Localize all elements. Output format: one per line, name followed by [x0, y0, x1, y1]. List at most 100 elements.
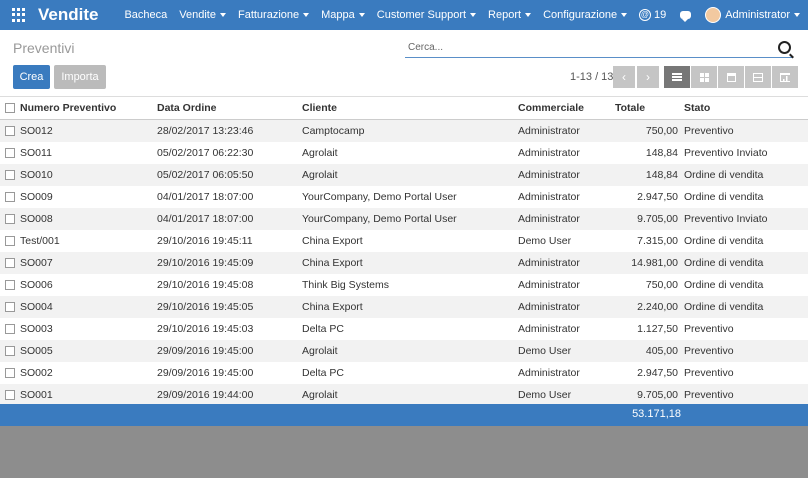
- column-header-salesperson[interactable]: Commerciale: [518, 97, 615, 120]
- cell-customer: China Export: [302, 301, 363, 313]
- row-checkbox[interactable]: [5, 390, 15, 400]
- navbar-right: @ 19 Administrator: [638, 0, 800, 30]
- row-checkbox[interactable]: [5, 324, 15, 334]
- cell-number: SO008: [20, 213, 53, 225]
- cell-salesperson: Administrator: [518, 125, 580, 137]
- cell-number: SO006: [20, 279, 53, 291]
- caret-down-icon: [303, 13, 310, 18]
- row-checkbox[interactable]: [5, 368, 15, 378]
- table-row[interactable]: SO009 04/01/2017 18:07:00 YourCompany, Dem…: [0, 186, 808, 208]
- cell-customer: YourCompany, Demo Portal User: [302, 213, 457, 225]
- row-select-cell: [0, 318, 20, 340]
- menu-fatturazione[interactable]: Fatturazione: [238, 9, 310, 21]
- pager-previous-button[interactable]: ‹: [613, 66, 635, 88]
- cell-customer: China Export: [302, 257, 363, 269]
- cell-number: SO002: [20, 367, 53, 379]
- kanban-icon: [699, 72, 709, 82]
- cell-total: 2.240,00: [637, 301, 678, 313]
- main-menu: Bacheca Vendite Fatturazione Mappa Custo…: [124, 9, 639, 21]
- table-row[interactable]: SO005 29/09/2016 19:45:00 Agrolait Demo Use…: [0, 340, 808, 362]
- bar-chart-icon: [780, 72, 790, 82]
- graph-view-button[interactable]: [772, 66, 798, 88]
- chevron-right-icon: ›: [646, 70, 650, 84]
- cell-total: 9.705,00: [637, 213, 678, 225]
- menu-customer-support[interactable]: Customer Support: [377, 9, 477, 21]
- table-row[interactable]: SO012 28/02/2017 13:23:46 Camptocamp Admini…: [0, 119, 808, 143]
- cell-salesperson: Administrator: [518, 257, 580, 269]
- user-menu[interactable]: Administrator: [705, 7, 800, 23]
- cell-status: Ordine di vendita: [684, 257, 764, 269]
- column-header-status[interactable]: Stato: [684, 97, 808, 120]
- menu-report[interactable]: Report: [488, 9, 532, 21]
- row-select-cell: [0, 120, 20, 143]
- cell-status: Preventivo: [684, 389, 734, 401]
- calendar-view-button[interactable]: [718, 66, 744, 88]
- cell-customer: Think Big Systems: [302, 279, 389, 291]
- row-checkbox[interactable]: [5, 258, 15, 268]
- cell-customer: China Export: [302, 235, 363, 247]
- row-checkbox[interactable]: [5, 126, 15, 136]
- row-checkbox[interactable]: [5, 214, 15, 224]
- menu-mappa[interactable]: Mappa: [321, 9, 365, 21]
- cell-total: 14.981,00: [631, 257, 678, 269]
- cell-customer: Delta PC: [302, 323, 345, 335]
- kanban-view-button[interactable]: [691, 66, 717, 88]
- mentions-button[interactable]: @ 19: [638, 9, 667, 21]
- table-row[interactable]: SO003 29/10/2016 19:45:03 Delta PC Administ…: [0, 318, 808, 340]
- column-header-number[interactable]: Numero Preventivo: [20, 97, 157, 120]
- row-checkbox[interactable]: [5, 148, 15, 158]
- import-button[interactable]: Importa: [54, 65, 106, 89]
- cell-number: SO009: [20, 191, 53, 203]
- table-row[interactable]: SO001 29/09/2016 19:44:00 Agrolait Demo Use…: [0, 384, 808, 406]
- table-row[interactable]: SO006 29/10/2016 19:45:08 Think Big System…: [0, 274, 808, 296]
- list-view-button[interactable]: [664, 66, 690, 88]
- menu-vendite[interactable]: Vendite: [179, 9, 226, 21]
- row-checkbox[interactable]: [5, 170, 15, 180]
- row-checkbox[interactable]: [5, 280, 15, 290]
- table-row[interactable]: SO004 29/10/2016 19:45:05 China Export Admi…: [0, 296, 808, 318]
- cell-number: Test/001: [20, 235, 60, 247]
- create-button[interactable]: Crea: [13, 65, 50, 89]
- cell-salesperson: Demo User: [518, 345, 572, 357]
- search-icon[interactable]: [778, 41, 791, 54]
- table-row[interactable]: SO011 05/02/2017 06:22:30 Agrolait Administ…: [0, 142, 808, 164]
- notifications-count: 19: [653, 9, 667, 21]
- row-checkbox[interactable]: [5, 192, 15, 202]
- select-all-cell: [0, 97, 20, 120]
- search-input[interactable]: Cerca...: [405, 39, 793, 58]
- cell-status: Ordine di vendita: [684, 301, 764, 313]
- chat-icon[interactable]: [680, 11, 692, 22]
- cell-status: Preventivo: [684, 323, 734, 335]
- cell-customer: Agrolait: [302, 169, 338, 181]
- list-icon: [672, 73, 682, 81]
- column-header-total[interactable]: Totale: [615, 97, 684, 120]
- cell-status: Preventivo Inviato: [684, 213, 768, 225]
- row-select-cell: [0, 362, 20, 384]
- cell-total: 750,00: [645, 279, 678, 291]
- table-row[interactable]: SO007 29/10/2016 19:45:09 China Export Admi…: [0, 252, 808, 274]
- cell-date: 28/02/2017 13:23:46: [157, 125, 254, 137]
- cell-total: 750,00: [645, 125, 678, 137]
- cell-date: 29/10/2016 19:45:09: [157, 257, 254, 269]
- row-checkbox[interactable]: [5, 236, 15, 246]
- cell-status: Ordine di vendita: [684, 279, 764, 291]
- select-all-checkbox[interactable]: [5, 103, 15, 113]
- column-header-customer[interactable]: Cliente: [302, 97, 518, 120]
- apps-grid-icon[interactable]: [12, 8, 26, 22]
- menu-configurazione[interactable]: Configurazione: [543, 9, 628, 21]
- pager-next-button[interactable]: ›: [637, 66, 659, 88]
- cell-salesperson: Demo User: [518, 389, 572, 401]
- table-row[interactable]: SO002 29/09/2016 19:45:00 Delta PC Administ…: [0, 362, 808, 384]
- row-checkbox[interactable]: [5, 346, 15, 356]
- cell-number: SO001: [20, 389, 53, 401]
- column-header-date[interactable]: Data Ordine: [157, 97, 302, 120]
- table-row[interactable]: Test/001 29/10/2016 19:45:11 China Export D…: [0, 230, 808, 252]
- menu-bacheca[interactable]: Bacheca: [124, 9, 167, 21]
- pivot-view-button[interactable]: [745, 66, 771, 88]
- cell-total: 2.947,50: [637, 367, 678, 379]
- pager-value[interactable]: 1-13 / 13: [570, 71, 613, 83]
- table-row[interactable]: SO010 05/02/2017 06:05:50 Agrolait Administ…: [0, 164, 808, 186]
- table-row[interactable]: SO008 04/01/2017 18:07:00 YourCompany, Dem…: [0, 208, 808, 230]
- row-select-cell: [0, 340, 20, 362]
- row-checkbox[interactable]: [5, 302, 15, 312]
